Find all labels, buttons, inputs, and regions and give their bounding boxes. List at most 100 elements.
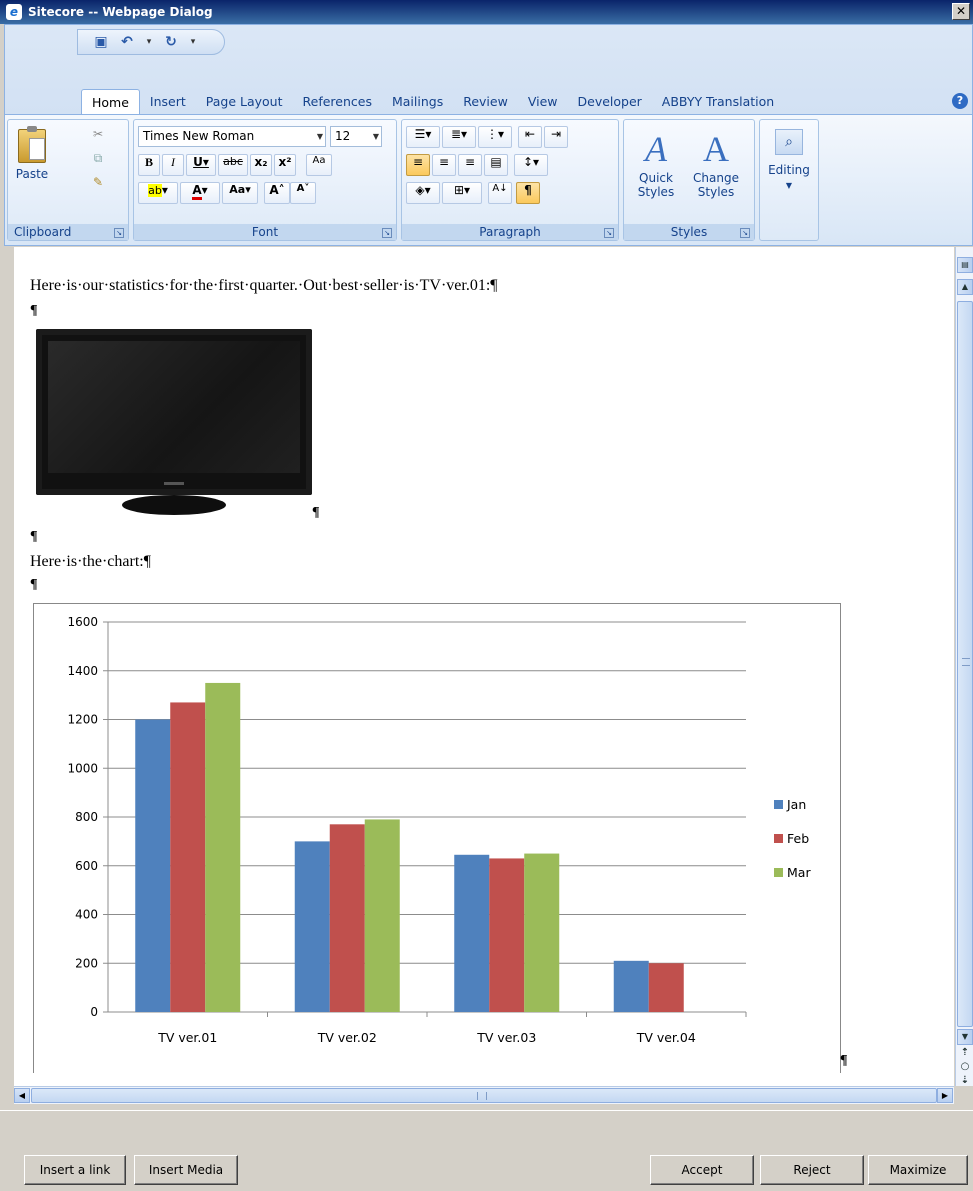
help-icon[interactable]: ? xyxy=(952,93,968,109)
tab-view[interactable]: View xyxy=(518,89,568,115)
bar-feb xyxy=(329,824,365,1012)
tab-review[interactable]: Review xyxy=(453,89,518,115)
scroll-up-icon[interactable]: ▲ xyxy=(957,279,973,295)
customize-toolbar-icon[interactable]: ▾ xyxy=(188,33,198,51)
undo-icon[interactable]: ↶ xyxy=(118,33,136,51)
previous-page-icon[interactable]: ⇡ xyxy=(959,1047,971,1059)
paste-button[interactable]: Paste xyxy=(12,126,52,196)
vertical-scrollbar[interactable]: ▤ ▲ ▼ ⇡ ○ ⇣ xyxy=(955,247,973,1086)
legend-swatch-jan xyxy=(774,800,783,809)
paragraph-launcher-icon[interactable]: ↘ xyxy=(604,228,614,238)
styles-group-label: Styles xyxy=(624,224,754,240)
clipboard-launcher-icon[interactable]: ↘ xyxy=(114,228,124,238)
scroll-right-icon[interactable]: ▶ xyxy=(937,1088,953,1103)
tab-mailings[interactable]: Mailings xyxy=(382,89,453,115)
horizontal-scroll-thumb[interactable] xyxy=(31,1088,937,1103)
bar-jan xyxy=(135,719,171,1012)
insert-link-button[interactable]: Insert a link xyxy=(24,1155,126,1185)
dialog-footer: Insert a link Insert Media Accept Reject… xyxy=(0,1110,973,1191)
change-styles-label: Change Styles xyxy=(693,171,739,199)
borders-button[interactable]: ⊞▾ xyxy=(442,182,482,204)
change-styles-button[interactable]: A Change Styles xyxy=(686,126,746,210)
styles-launcher-icon[interactable]: ↘ xyxy=(740,228,750,238)
y-tick-label: 1000 xyxy=(67,761,98,775)
editing-button[interactable]: ⌕ Editing ▼ xyxy=(764,124,814,204)
bold-button[interactable]: B xyxy=(138,154,160,176)
redo-icon[interactable]: ↻ xyxy=(162,33,180,51)
format-painter-icon[interactable]: ✎ xyxy=(88,174,108,194)
grow-font-button[interactable]: A˄ xyxy=(264,182,290,204)
window-title: Sitecore -- Webpage Dialog xyxy=(28,5,213,19)
tab-abbyy-translation[interactable]: ABBYY Translation xyxy=(652,89,784,115)
legend-label-feb: Feb xyxy=(787,831,809,846)
superscript-button[interactable]: x² xyxy=(274,154,296,176)
chevron-down-icon: ▼ xyxy=(785,181,793,190)
grip-icon xyxy=(477,1092,487,1100)
tab-insert[interactable]: Insert xyxy=(140,89,196,115)
font-family-select[interactable]: Times New Roman ▼ xyxy=(138,126,326,147)
tab-references[interactable]: References xyxy=(293,89,382,115)
undo-dropdown-icon[interactable]: ▾ xyxy=(144,33,154,51)
change-case-button[interactable]: Aa▾ xyxy=(222,182,258,204)
internet-explorer-icon: e xyxy=(6,4,22,20)
maximize-button[interactable]: Maximize xyxy=(868,1155,968,1185)
x-tick-label: TV ver.04 xyxy=(636,1030,696,1045)
quick-styles-button[interactable]: A Quick Styles xyxy=(628,126,684,210)
align-left-icon[interactable]: ≡ xyxy=(406,154,430,176)
sort-icon[interactable]: A↓ xyxy=(488,182,512,204)
tab-home[interactable]: Home xyxy=(81,89,140,115)
tab-page-layout[interactable]: Page Layout xyxy=(196,89,293,115)
underline-button[interactable]: U▾ xyxy=(186,154,216,176)
font-size-select[interactable]: 12 ▼ xyxy=(330,126,382,147)
cut-icon[interactable]: ✂ xyxy=(88,126,108,146)
decrease-indent-icon[interactable]: ⇤ xyxy=(518,126,542,148)
strikethrough-button[interactable]: abc xyxy=(218,154,248,176)
tv-image[interactable] xyxy=(36,329,312,519)
subscript-button[interactable]: x₂ xyxy=(250,154,272,176)
highlight-color-button[interactable]: ab▾ xyxy=(138,182,178,204)
change-styles-icon: A xyxy=(703,129,729,169)
multilevel-list-button[interactable]: ⋮▾ xyxy=(478,126,512,148)
copy-icon[interactable]: ⧉ xyxy=(88,150,108,170)
horizontal-scrollbar[interactable]: ◀ ▶ xyxy=(14,1086,954,1104)
bar-chart: 0 200 400 600 800 1000 1200 1400 1600 TV ver.01 TV… xyxy=(67,615,811,1045)
line-spacing-button[interactable]: ↕▾ xyxy=(514,154,548,176)
vertical-scroll-thumb[interactable] xyxy=(957,301,973,1027)
font-launcher-icon[interactable]: ↘ xyxy=(382,228,392,238)
shading-button[interactable]: ◈▾ xyxy=(406,182,440,204)
font-color-button[interactable]: A▾ xyxy=(180,182,220,204)
ribbon-toolbar: Paste ✂ ⧉ ✎ Clipboard ↘ Times New Roman … xyxy=(5,114,972,245)
justify-icon[interactable]: ▤ xyxy=(484,154,508,176)
document-editor[interactable]: Here·is·our·statistics·for·the·first·qua… xyxy=(14,247,954,1086)
quick-styles-icon: A xyxy=(645,129,667,169)
title-bar: e Sitecore -- Webpage Dialog ✕ xyxy=(0,0,973,24)
y-tick-label: 0 xyxy=(90,1005,98,1019)
y-tick-label: 400 xyxy=(75,908,98,922)
tab-developer[interactable]: Developer xyxy=(568,89,652,115)
scroll-down-icon[interactable]: ▼ xyxy=(957,1029,973,1045)
save-icon[interactable]: ▣ xyxy=(92,33,110,51)
ribbon-tabs: Home Insert Page Layout References Maili… xyxy=(81,89,784,115)
numbering-button[interactable]: ≣▾ xyxy=(442,126,476,148)
clear-formatting-icon[interactable]: Aa xyxy=(306,154,332,176)
close-button[interactable]: ✕ xyxy=(952,3,970,20)
select-browse-object-icon[interactable]: ○ xyxy=(959,1061,971,1073)
y-tick-label: 1600 xyxy=(67,615,98,629)
reject-button[interactable]: Reject xyxy=(760,1155,864,1185)
italic-button[interactable]: I xyxy=(162,154,184,176)
insert-media-button[interactable]: Insert Media xyxy=(134,1155,238,1185)
ruler-toggle-icon[interactable]: ▤ xyxy=(957,257,973,273)
chart-container[interactable]: 0 200 400 600 800 1000 1200 1400 1600 TV ver.01 TV… xyxy=(33,603,841,1073)
align-right-icon[interactable]: ≡ xyxy=(458,154,482,176)
y-tick-label: 1200 xyxy=(67,713,98,727)
shrink-font-button[interactable]: A˅ xyxy=(290,182,316,204)
accept-button[interactable]: Accept xyxy=(650,1155,754,1185)
bar-jan xyxy=(613,960,649,1012)
styles-group: A Quick Styles A Change Styles Styles ↘ xyxy=(623,119,755,241)
align-center-icon[interactable]: ≡ xyxy=(432,154,456,176)
bullets-button[interactable]: ☰▾ xyxy=(406,126,440,148)
show-formatting-marks-button[interactable]: ¶ xyxy=(516,182,540,204)
paste-label: Paste xyxy=(15,167,49,181)
scroll-left-icon[interactable]: ◀ xyxy=(14,1088,30,1103)
increase-indent-icon[interactable]: ⇥ xyxy=(544,126,568,148)
